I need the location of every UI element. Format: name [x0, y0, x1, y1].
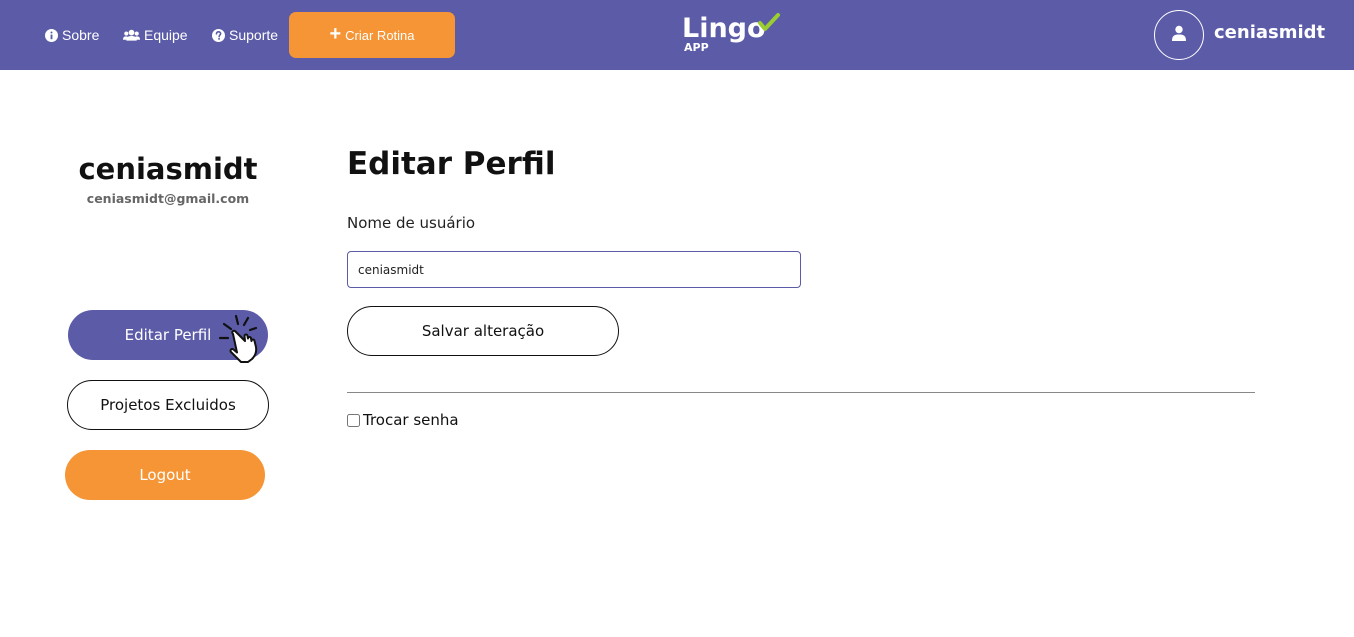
- svg-text:Lingo: Lingo: [682, 13, 766, 44]
- edit-profile-button[interactable]: Editar Perfil: [68, 310, 268, 360]
- user-icon: [1171, 25, 1187, 45]
- info-icon: [45, 28, 58, 42]
- create-routine-button[interactable]: + Criar Rotina: [289, 12, 455, 58]
- lingo-app-logo[interactable]: Lingo APP: [680, 11, 788, 55]
- user-avatar[interactable]: [1154, 10, 1204, 60]
- plus-icon: +: [329, 23, 342, 45]
- nav-suporte-label: Suporte: [229, 27, 279, 43]
- header-username[interactable]: ceniasmidt: [1214, 22, 1325, 43]
- nav-equipe[interactable]: Equipe: [123, 25, 188, 45]
- divider: [347, 392, 1255, 393]
- nav-suporte[interactable]: Suporte: [212, 25, 278, 45]
- change-password-toggle[interactable]: Trocar senha: [347, 411, 459, 429]
- username-label: Nome de usuário: [347, 214, 476, 232]
- logout-button[interactable]: Logout: [65, 450, 265, 500]
- username-input[interactable]: [347, 251, 801, 288]
- change-password-checkbox[interactable]: [347, 413, 360, 427]
- create-routine-label: Criar Rotina: [345, 27, 415, 43]
- svg-text:APP: APP: [684, 41, 709, 54]
- nav-sobre-label: Sobre: [62, 27, 100, 43]
- change-password-label: Trocar senha: [363, 411, 459, 429]
- nav-equipe-label: Equipe: [144, 27, 188, 43]
- question-icon: [212, 28, 225, 42]
- deleted-projects-button[interactable]: Projetos Excluidos: [67, 380, 269, 430]
- page-title: Editar Perfil: [347, 146, 556, 182]
- nav-sobre[interactable]: Sobre: [45, 25, 99, 45]
- users-icon: [123, 29, 140, 41]
- save-changes-button[interactable]: Salvar alteração: [347, 306, 619, 356]
- profile-name: ceniasmidt: [78, 152, 258, 186]
- top-navbar: Sobre Equipe Suporte + Criar Rotina Ling…: [0, 0, 1354, 70]
- profile-email: ceniasmidt@gmail.com: [86, 191, 250, 206]
